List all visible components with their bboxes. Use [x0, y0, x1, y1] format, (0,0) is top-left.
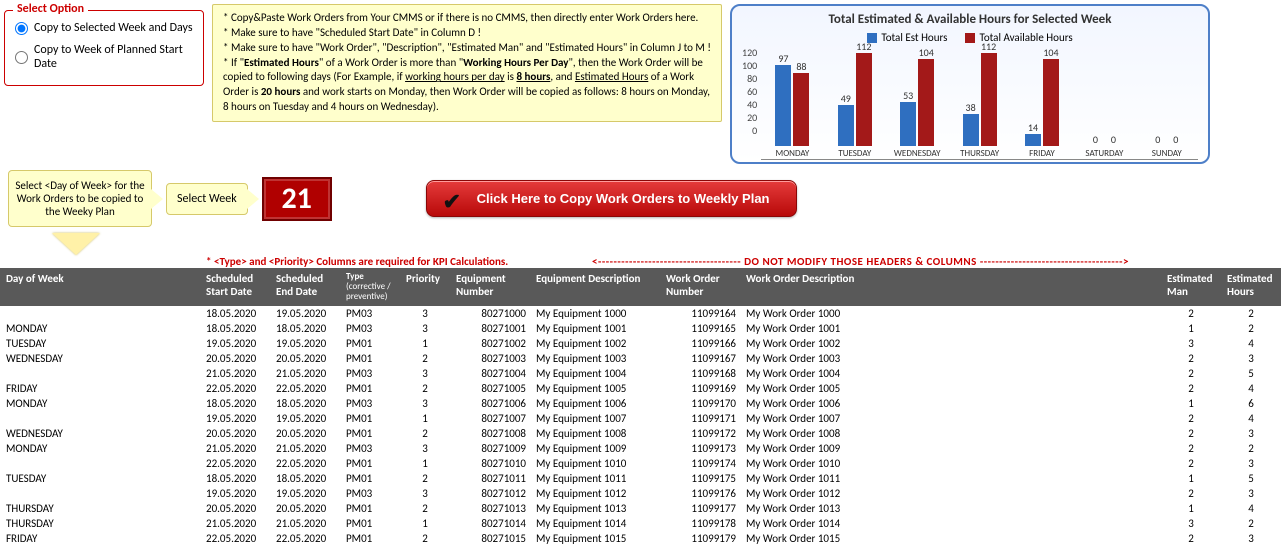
work-orders-table: Day of Week Scheduled Start Date Schedul…: [0, 268, 1281, 546]
th-start-date: Scheduled Start Date: [200, 268, 270, 306]
table-header: Day of Week Scheduled Start Date Schedul…: [0, 268, 1281, 306]
instruction-line: * Copy&Paste Work Orders from Your CMMS …: [223, 11, 711, 26]
option-label: Copy to Week of Planned Start Date: [34, 43, 193, 71]
select-option-group: Select Option Copy to Selected Week and …: [4, 10, 204, 86]
copy-button-label: Click Here to Copy Work Orders to Weekly…: [477, 191, 770, 206]
instruction-line: * Make sure to have "Work Order", "Descr…: [223, 41, 711, 56]
select-day-hint: Select <Day of Week> for the Work Orders…: [8, 170, 152, 227]
th-end-date: Scheduled End Date: [270, 268, 340, 306]
copy-work-orders-button[interactable]: ✔ Click Here to Copy Work Orders to Week…: [426, 180, 797, 217]
table-row[interactable]: WEDNESDAY20.05.202020.05.2020PM012802710…: [0, 426, 1281, 441]
table-row[interactable]: MONDAY21.05.202021.05.2020PM03380271009M…: [0, 441, 1281, 456]
table-row[interactable]: 18.05.202019.05.2020PM03380271000My Equi…: [0, 306, 1281, 321]
table-row[interactable]: TUESDAY18.05.202018.05.2020PM01280271011…: [0, 471, 1281, 486]
option-label: Copy to Selected Week and Days: [34, 21, 193, 35]
instruction-line: * If "Estimated Hours" of a Work Order i…: [223, 56, 711, 115]
table-row[interactable]: FRIDAY22.05.202022.05.2020PM01280271015M…: [0, 531, 1281, 546]
table-row[interactable]: MONDAY18.05.202018.05.2020PM03380271006M…: [0, 396, 1281, 411]
instructions-box: * Copy&Paste Work Orders from Your CMMS …: [212, 4, 722, 122]
table-row[interactable]: 21.05.202021.05.2020PM03380271004My Equi…: [0, 366, 1281, 381]
th-priority: Priority: [400, 268, 450, 306]
table-row[interactable]: TUESDAY19.05.202019.05.2020PM01180271002…: [0, 336, 1281, 351]
kpi-notice: * <Type> and <Priority> Columns are requ…: [6, 255, 446, 268]
option-copy-planned-start[interactable]: Copy to Week of Planned Start Date: [15, 39, 193, 75]
week-number-input[interactable]: 21: [262, 177, 332, 221]
table-row[interactable]: THURSDAY20.05.202020.05.2020PM0128027101…: [0, 501, 1281, 516]
chart-title: Total Estimated & Available Hours for Se…: [742, 12, 1198, 27]
radio-planned-start[interactable]: [15, 51, 28, 64]
instruction-line: * Make sure to have "Scheduled Start Dat…: [223, 26, 711, 41]
table-row[interactable]: 19.05.202019.05.2020PM03380271012My Equi…: [0, 486, 1281, 501]
table-row[interactable]: 19.05.202019.05.2020PM01180271007My Equi…: [0, 411, 1281, 426]
table-row[interactable]: MONDAY18.05.202018.05.2020PM03380271001M…: [0, 321, 1281, 336]
select-week-label: Select Week: [166, 183, 248, 215]
table-row[interactable]: THURSDAY21.05.202021.05.2020PM0118027101…: [0, 516, 1281, 531]
arrow-down-icon: [6, 233, 146, 255]
radio-selected-week[interactable]: [15, 22, 28, 35]
select-option-title: Select Option: [13, 2, 88, 16]
table-row[interactable]: FRIDAY22.05.202022.05.2020PM01280271005M…: [0, 381, 1281, 396]
do-not-modify-notice: <------------------------------------- D…: [446, 255, 1275, 268]
chart-legend: Total Est Hours Total Available Hours: [742, 31, 1198, 44]
th-wo-number: Work Order Number: [660, 268, 740, 306]
th-wo-desc: Work Order Description: [740, 268, 1161, 306]
th-type: Type(corrective / preventive): [340, 268, 400, 306]
chart-y-axis: 120100806040200: [742, 46, 757, 146]
th-eq-desc: Equipment Description: [530, 268, 660, 306]
option-copy-selected-week[interactable]: Copy to Selected Week and Days: [15, 17, 193, 39]
check-icon: ✔: [443, 189, 461, 215]
table-row[interactable]: WEDNESDAY20.05.202020.05.2020PM012802710…: [0, 351, 1281, 366]
th-est-hours: Estimated Hours: [1221, 268, 1281, 306]
table-row[interactable]: 22.05.202022.05.2020PM01180271010My Equi…: [0, 456, 1281, 471]
th-day: Day of Week: [0, 268, 200, 306]
chart-bars: 9788MONDAY49112TUESDAY53104WEDNESDAY3811…: [761, 46, 1198, 160]
hours-chart: Total Estimated & Available Hours for Se…: [730, 4, 1210, 164]
table-body: 18.05.202019.05.2020PM03380271000My Equi…: [0, 306, 1281, 546]
legend-item: Total Est Hours: [867, 31, 947, 44]
th-eq-number: Equipment Number: [450, 268, 530, 306]
th-est-man: Estimated Man: [1161, 268, 1221, 306]
